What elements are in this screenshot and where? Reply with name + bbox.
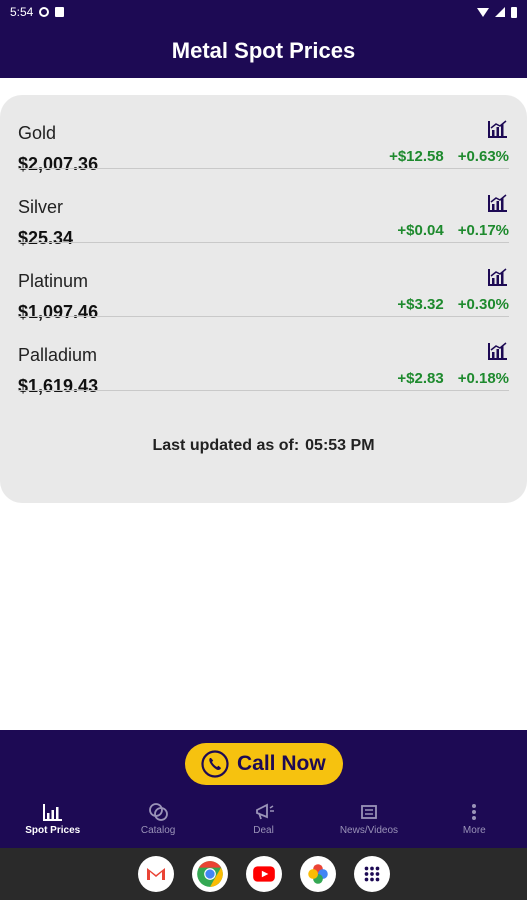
gmail-icon[interactable]	[137, 856, 174, 892]
phone-icon	[201, 750, 229, 778]
price-chart-icon[interactable]	[487, 341, 509, 361]
change-amount: +$3.32	[397, 296, 444, 313]
nav-label: Catalog	[140, 825, 176, 836]
nav-label: Deal	[253, 825, 274, 836]
page-title: Metal Spot Prices	[171, 38, 356, 63]
nav-catalog[interactable]: Catalog	[105, 802, 210, 848]
change-percent: +0.17%	[457, 222, 509, 239]
battery-icon	[511, 6, 517, 18]
notification-icon	[39, 7, 50, 17]
youtube-glyph	[252, 866, 275, 882]
status-right	[477, 6, 517, 18]
metal-row-gold: Gold $2,007.36 +$12.58 +0.63%	[18, 95, 509, 174]
metal-change: +$0.04 +0.17%	[397, 222, 509, 239]
wifi-icon	[477, 7, 489, 17]
more-vert-icon	[472, 804, 477, 820]
metal-row-silver: Silver $25.34 +$0.04 +0.17%	[18, 169, 509, 248]
system-dock	[0, 848, 527, 900]
youtube-icon[interactable]	[245, 856, 282, 892]
nav-news-videos[interactable]: News/Videos	[316, 802, 421, 848]
news-icon	[361, 805, 377, 819]
change-amount: +$0.04	[397, 222, 444, 239]
apps-glyph	[364, 866, 379, 882]
signal-icon	[495, 7, 505, 17]
nav-label: News/Videos	[339, 825, 399, 836]
status-time: 5:54	[10, 5, 34, 19]
bar-chart-icon	[42, 804, 62, 821]
apps-icon[interactable]	[353, 856, 390, 892]
metal-name: Palladium	[18, 345, 98, 365]
metal-change: +$3.32 +0.30%	[397, 296, 509, 313]
change-amount: +$2.83	[397, 370, 444, 387]
last-updated-label: Last updated as of:	[152, 437, 300, 454]
change-percent: +0.63%	[457, 148, 509, 165]
price-chart-icon[interactable]	[487, 267, 509, 287]
nav-spot-prices[interactable]: Spot Prices	[0, 802, 105, 848]
sd-card-icon	[55, 7, 65, 17]
metal-change: +$12.58 +0.63%	[389, 148, 509, 165]
app-bar: Metal Spot Prices	[0, 24, 527, 78]
status-bar: 5:54	[0, 0, 527, 24]
call-now-label: Call Now	[237, 752, 326, 775]
coins-icon	[149, 803, 169, 821]
divider	[18, 390, 509, 391]
bottom-nav: Spot Prices Catalog Deal News/Videos Mor…	[0, 802, 527, 848]
price-chart-icon[interactable]	[487, 119, 509, 139]
metal-change: +$2.83 +0.18%	[397, 370, 509, 387]
metal-row-platinum: Platinum $1,097.46 +$3.32 +0.30%	[18, 243, 509, 322]
photos-icon[interactable]	[299, 856, 336, 892]
nav-label: More	[462, 825, 486, 836]
nav-label: Spot Prices	[25, 825, 81, 836]
metal-list: Gold $2,007.36 +$12.58 +0.63% Silver $25…	[18, 95, 509, 396]
nav-more[interactable]: More	[422, 802, 527, 848]
last-updated: Last updated as of: 05:53 PM	[0, 437, 527, 455]
change-percent: +0.30%	[457, 296, 509, 313]
change-amount: +$12.58	[389, 148, 444, 165]
chrome-glyph	[196, 861, 223, 887]
metal-name: Silver	[18, 197, 64, 217]
metal-name: Gold	[18, 123, 57, 143]
last-updated-time: 05:53 PM	[305, 437, 375, 454]
price-chart-icon[interactable]	[487, 193, 509, 213]
gmail-glyph	[146, 868, 165, 880]
bottom-bar: Call Now Spot Prices Catalog Deal News/V…	[0, 730, 527, 848]
metal-name: Platinum	[18, 271, 89, 291]
photos-glyph	[307, 864, 328, 884]
change-percent: +0.18%	[457, 370, 509, 387]
megaphone-icon	[255, 803, 274, 820]
call-now-button[interactable]: Call Now	[185, 743, 343, 785]
chrome-icon[interactable]	[191, 856, 228, 892]
status-left: 5:54	[10, 5, 65, 19]
nav-deal[interactable]: Deal	[211, 802, 316, 848]
metal-row-palladium: Palladium $1,619.43 +$2.83 +0.18%	[18, 317, 509, 396]
metal-price: $1,619.43	[18, 376, 99, 396]
